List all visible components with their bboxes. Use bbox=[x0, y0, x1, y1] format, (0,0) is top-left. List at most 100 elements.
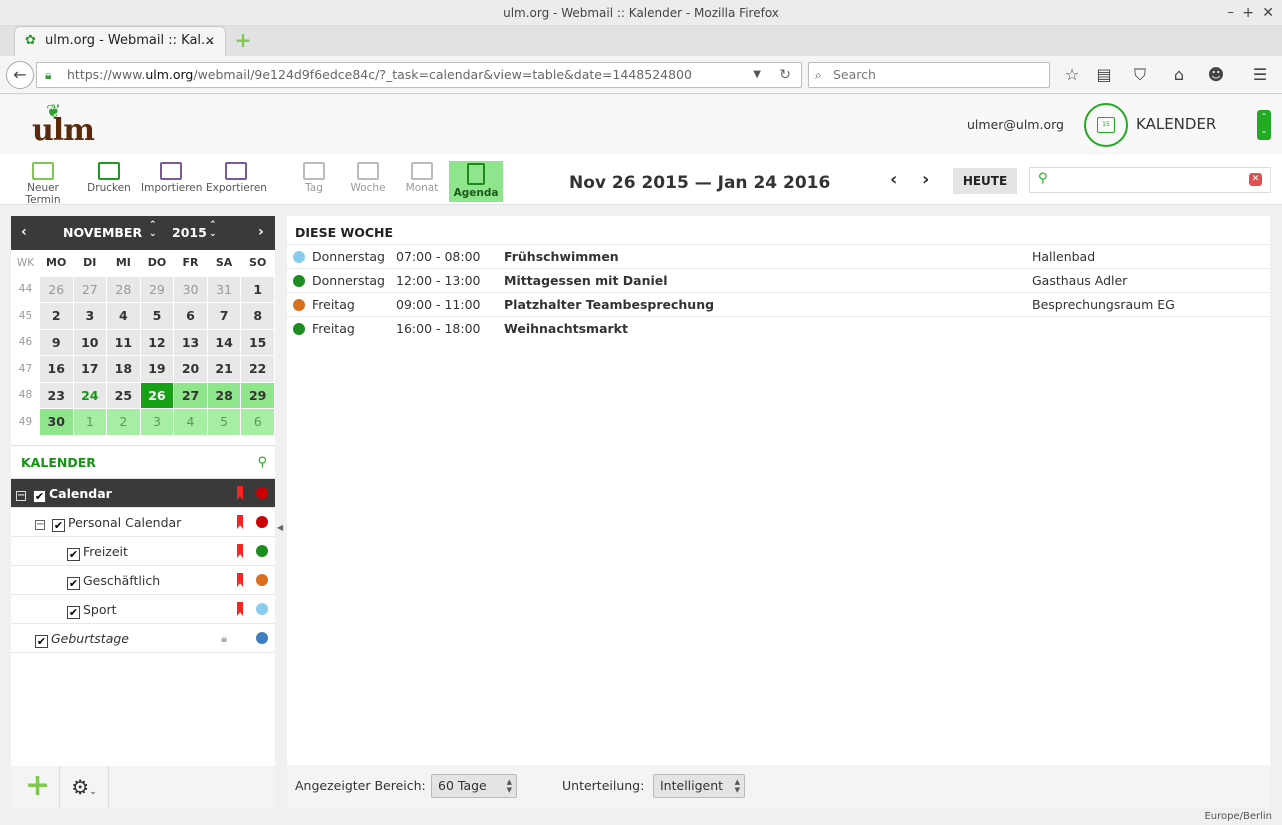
minical-day[interactable]: 31 bbox=[206, 275, 242, 303]
url-dropdown-icon[interactable]: ▼ bbox=[753, 63, 761, 87]
agenda-event-row[interactable]: Donnerstag 12:00 - 13:00 Mittagessen mit D… bbox=[287, 268, 1270, 292]
checkbox-personal[interactable]: ✔ bbox=[52, 519, 65, 532]
minical-day[interactable]: 6 bbox=[173, 302, 208, 330]
checkbox-geschaeftlich[interactable]: ✔ bbox=[67, 577, 80, 590]
year-select[interactable]: 2015 bbox=[172, 225, 207, 240]
bookmark-star-icon[interactable]: ☆ bbox=[1061, 64, 1083, 86]
minical-day[interactable]: 4 bbox=[173, 408, 208, 436]
reading-list-icon[interactable]: ▤ bbox=[1093, 64, 1115, 86]
minical-day[interactable]: 1 bbox=[72, 408, 108, 436]
minical-day[interactable]: 26 bbox=[38, 275, 74, 303]
minical-day[interactable]: 13 bbox=[173, 328, 208, 356]
minical-day[interactable]: 26 bbox=[139, 381, 175, 409]
minical-day[interactable]: 21 bbox=[206, 355, 242, 383]
minical-day[interactable]: 20 bbox=[173, 355, 208, 383]
minical-day[interactable]: 24 bbox=[72, 381, 108, 409]
add-calendar-icon[interactable]: + bbox=[25, 768, 50, 804]
minical-day[interactable]: 27 bbox=[173, 381, 208, 409]
minical-day[interactable]: 5 bbox=[206, 408, 242, 436]
calendar-item-sport[interactable]: ✔ Sport bbox=[11, 595, 275, 624]
calendar-item-personal[interactable]: − ✔ Personal Calendar bbox=[11, 508, 275, 537]
print-button[interactable]: Drucken bbox=[80, 159, 138, 199]
minical-day[interactable]: 25 bbox=[106, 381, 141, 409]
week-number[interactable]: 45 bbox=[11, 302, 40, 330]
browser-search-bar[interactable]: ⌕ Search bbox=[808, 62, 1050, 88]
minical-day[interactable]: 8 bbox=[240, 302, 275, 330]
url-bar[interactable]: 🔒︎ https://www.ulm.org/webmail/9e124d9f6… bbox=[36, 62, 802, 88]
agenda-event-row[interactable]: Donnerstag 07:00 - 08:00 Frühschwimmen Hall… bbox=[287, 244, 1270, 268]
minical-day[interactable]: 23 bbox=[38, 381, 74, 409]
next-range-icon[interactable]: › bbox=[922, 169, 929, 190]
reload-icon[interactable]: ↻ bbox=[779, 63, 791, 87]
minical-day[interactable]: 3 bbox=[72, 302, 108, 330]
minical-day[interactable]: 5 bbox=[139, 302, 175, 330]
collapse-icon[interactable]: − bbox=[35, 520, 45, 530]
calendar-item-freizeit[interactable]: ✔ Freizeit bbox=[11, 537, 275, 566]
minical-day[interactable]: 1 bbox=[240, 275, 275, 303]
chat-icon[interactable]: ☻ bbox=[1205, 64, 1227, 86]
week-number[interactable]: 49 bbox=[11, 408, 40, 436]
minical-day[interactable]: 28 bbox=[106, 275, 141, 303]
minical-day[interactable]: 29 bbox=[240, 381, 275, 409]
import-button[interactable]: Importieren bbox=[141, 159, 202, 199]
clear-search-icon[interactable]: ✕ bbox=[1249, 173, 1262, 186]
bookmark-icon[interactable] bbox=[237, 486, 243, 500]
home-icon[interactable]: ⌂ bbox=[1168, 64, 1190, 86]
week-number[interactable]: 47 bbox=[11, 355, 40, 383]
agenda-event-row[interactable]: Freitag 09:00 - 11:00 Platzhalter Teambesp… bbox=[287, 292, 1270, 316]
prev-range-icon[interactable]: ‹ bbox=[890, 169, 897, 190]
collapse-icon[interactable]: − bbox=[16, 491, 26, 501]
agenda-view-button[interactable]: Agenda bbox=[449, 161, 503, 202]
day-view-button[interactable]: Tag bbox=[285, 159, 343, 199]
calendar-search-icon[interactable]: ⚲ bbox=[257, 446, 267, 480]
calendar-item-calendar[interactable]: − ✔ Calendar bbox=[11, 479, 275, 508]
close-window-button[interactable]: ✕ bbox=[1262, 0, 1274, 26]
minical-day[interactable]: 28 bbox=[206, 381, 242, 409]
minical-day[interactable]: 30 bbox=[38, 408, 74, 436]
minical-day[interactable]: 29 bbox=[139, 275, 175, 303]
minical-day[interactable]: 3 bbox=[139, 408, 175, 436]
minical-day[interactable]: 2 bbox=[106, 408, 141, 436]
checkbox-sport[interactable]: ✔ bbox=[67, 606, 80, 619]
calendar-search-input[interactable]: ⚲ ✕ bbox=[1029, 167, 1271, 193]
calendar-app-icon[interactable]: 15 bbox=[1084, 103, 1128, 147]
agenda-event-row[interactable]: Freitag 16:00 - 18:00 Weihnachtsmarkt bbox=[287, 316, 1270, 340]
user-email[interactable]: ulmer@ulm.org bbox=[967, 117, 1064, 132]
prev-month-icon[interactable]: ‹ bbox=[21, 224, 27, 240]
minical-day[interactable]: 6 bbox=[240, 408, 275, 436]
bookmark-icon[interactable] bbox=[237, 515, 243, 529]
sidebar-collapse-handle[interactable]: ◀ bbox=[277, 523, 283, 532]
settings-menu-button[interactable]: ⚙⌄ bbox=[59, 766, 109, 808]
minical-day[interactable]: 22 bbox=[240, 355, 275, 383]
week-view-button[interactable]: Woche bbox=[339, 159, 397, 199]
checkbox-calendar[interactable]: ✔ bbox=[33, 490, 46, 503]
month-view-button[interactable]: Monat bbox=[393, 159, 451, 199]
calendar-item-geburtstage[interactable]: ✔ Geburtstage 🔒︎ bbox=[11, 624, 275, 653]
minical-day[interactable]: 16 bbox=[38, 355, 74, 383]
minical-day[interactable]: 15 bbox=[240, 328, 275, 356]
division-select[interactable]: Intelligent ▲ ▼ bbox=[653, 774, 745, 798]
range-select[interactable]: 60 Tage ▲ ▼ bbox=[431, 774, 517, 798]
minical-day[interactable]: 27 bbox=[72, 275, 108, 303]
minimize-button[interactable]: – bbox=[1228, 0, 1235, 26]
today-button[interactable]: HEUTE bbox=[953, 168, 1017, 194]
week-number[interactable]: 44 bbox=[11, 275, 40, 303]
month-select-arrows-icon[interactable]: ⌃ ⌄ bbox=[149, 221, 157, 239]
export-button[interactable]: Exportieren bbox=[206, 159, 267, 199]
minical-day[interactable]: 10 bbox=[72, 328, 108, 356]
minical-day[interactable]: 9 bbox=[38, 328, 74, 356]
browser-tab-active[interactable]: ✿ ulm.org - Webmail :: Kal... ✕ bbox=[14, 26, 226, 56]
bookmark-icon[interactable] bbox=[237, 544, 243, 558]
checkbox-geburtstage[interactable]: ✔ bbox=[35, 635, 48, 648]
maximize-button[interactable]: + bbox=[1242, 0, 1254, 26]
hamburger-menu-icon[interactable]: ☰ bbox=[1249, 64, 1271, 86]
minical-day[interactable]: 11 bbox=[106, 328, 141, 356]
year-select-arrows-icon[interactable]: ⌃ ⌄ bbox=[209, 221, 217, 239]
minical-day[interactable]: 12 bbox=[139, 328, 175, 356]
calendar-item-geschaeftlich[interactable]: ✔ Geschäftlich bbox=[11, 566, 275, 595]
pocket-icon[interactable]: ⛉ bbox=[1129, 64, 1151, 86]
bookmark-icon[interactable] bbox=[237, 602, 243, 616]
checkbox-freizeit[interactable]: ✔ bbox=[67, 548, 80, 561]
minical-day[interactable]: 2 bbox=[38, 302, 74, 330]
minical-day[interactable]: 17 bbox=[72, 355, 108, 383]
